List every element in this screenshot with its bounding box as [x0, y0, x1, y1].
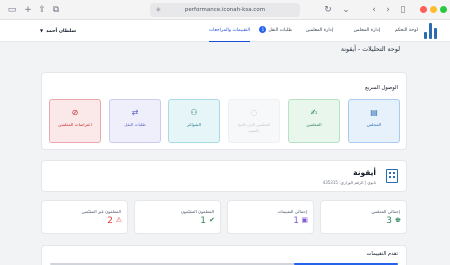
nav-transfer-requests[interactable]: 1 طلبات النقل	[259, 20, 292, 42]
building-icon: ▤	[370, 108, 378, 117]
progress-title: تقدم التقييمات	[366, 251, 398, 257]
quick-tile-council[interactable]: ▤ المجلس	[348, 99, 400, 143]
sidebar-toggle-icon[interactable]: ▭	[6, 3, 18, 17]
nav-evaluations[interactable]: التقييمات والمراجعات	[208, 20, 250, 42]
quick-tile-transfer-requests[interactable]: ⇄ طلبات النقل	[109, 99, 161, 143]
check-user-icon: ✔	[209, 216, 215, 224]
quick-access-title: الوصول السريع	[365, 85, 398, 91]
quick-tile-evaluated-teachers[interactable]: ◌ المعلمين الذين قاموا بالتقييم	[228, 99, 280, 143]
stat-evaluated-teachers: المعلمون المقيّمون ✔ 1	[134, 200, 221, 234]
teachers-icon: ♚	[394, 216, 401, 224]
add-tab-icon[interactable]: +	[22, 3, 34, 17]
building-icon	[386, 169, 398, 183]
document-icon: ▣	[301, 216, 308, 224]
browser-toolbar: ▭ + ⇪ ⧉ ◈ performance.iconah-ksa.com ↻ ⌄…	[0, 0, 450, 20]
app-logo[interactable]	[424, 23, 438, 39]
user-name: سلطان أحمد	[46, 29, 77, 34]
stat-unevaluated-teachers: المعلمون غير المقيّمين ⚠ 2	[41, 200, 128, 234]
sidebar-icon[interactable]: ▯	[397, 3, 409, 17]
chevron-down-icon[interactable]: ⌄	[340, 3, 352, 17]
reload-icon[interactable]: ↻	[322, 3, 334, 17]
app-header: لوحة التحكم إدارة المجلس إدارة المعلمين …	[0, 20, 450, 42]
nav-dashboard[interactable]: لوحة التحكم	[395, 20, 418, 42]
share-icon[interactable]: ⇪	[36, 3, 48, 17]
tabs-overview-icon[interactable]: ⧉	[50, 3, 62, 17]
alert-icon: ⊘	[71, 108, 79, 117]
maximize-window-button[interactable]	[440, 6, 447, 13]
minimize-window-button[interactable]	[430, 6, 437, 13]
notification-badge: 1	[259, 26, 267, 33]
shield-icon: ◈	[156, 6, 161, 13]
back-icon[interactable]: ‹	[368, 3, 380, 17]
address-bar[interactable]: ◈ performance.iconah-ksa.com	[150, 3, 300, 17]
nav-council[interactable]: إدارة المجلس	[354, 20, 380, 42]
stat-total-evaluations: إجمالي التقييمات ▣ 1	[227, 200, 314, 234]
close-window-button[interactable]	[420, 6, 427, 13]
quick-tile-teachers[interactable]: ✍ المعلمين	[288, 99, 340, 143]
vacancy-icon: ⚇	[190, 108, 198, 117]
quick-tile-vacancies[interactable]: ⚇ الشواغر	[168, 99, 220, 143]
quick-tile-objections[interactable]: ⊘ اعتراضات المعلمين	[49, 99, 101, 143]
clipboard-icon: ◌	[250, 108, 258, 117]
user-menu[interactable]: ▼ سلطان أحمد	[40, 20, 76, 42]
teacher-icon: ✍	[310, 108, 318, 117]
company-subtitle: ثانوي | الرقم الوزاري: 435315	[322, 180, 376, 185]
transfer-icon: ⇄	[131, 108, 139, 117]
chevron-down-icon: ▼	[40, 28, 44, 33]
page-title: لوحة التحليلات - أيقونة	[340, 46, 400, 53]
stat-total-teachers: إجمالي المعلمين ♚ 3	[320, 200, 407, 234]
forward-icon[interactable]: ›	[382, 3, 394, 17]
nav-teachers[interactable]: إدارة المعلمين	[306, 20, 333, 42]
url-text: performance.iconah-ksa.com	[184, 7, 266, 13]
evaluation-progress-card: تقدم التقييمات	[41, 245, 407, 265]
company-name: أيقونة	[353, 168, 376, 177]
quick-access-card: الوصول السريع ▤ المجلس ✍ المعلمين ◌ المع…	[41, 72, 407, 150]
warning-icon: ⚠	[115, 216, 122, 224]
company-card: أيقونة ثانوي | الرقم الوزاري: 435315	[41, 160, 407, 192]
